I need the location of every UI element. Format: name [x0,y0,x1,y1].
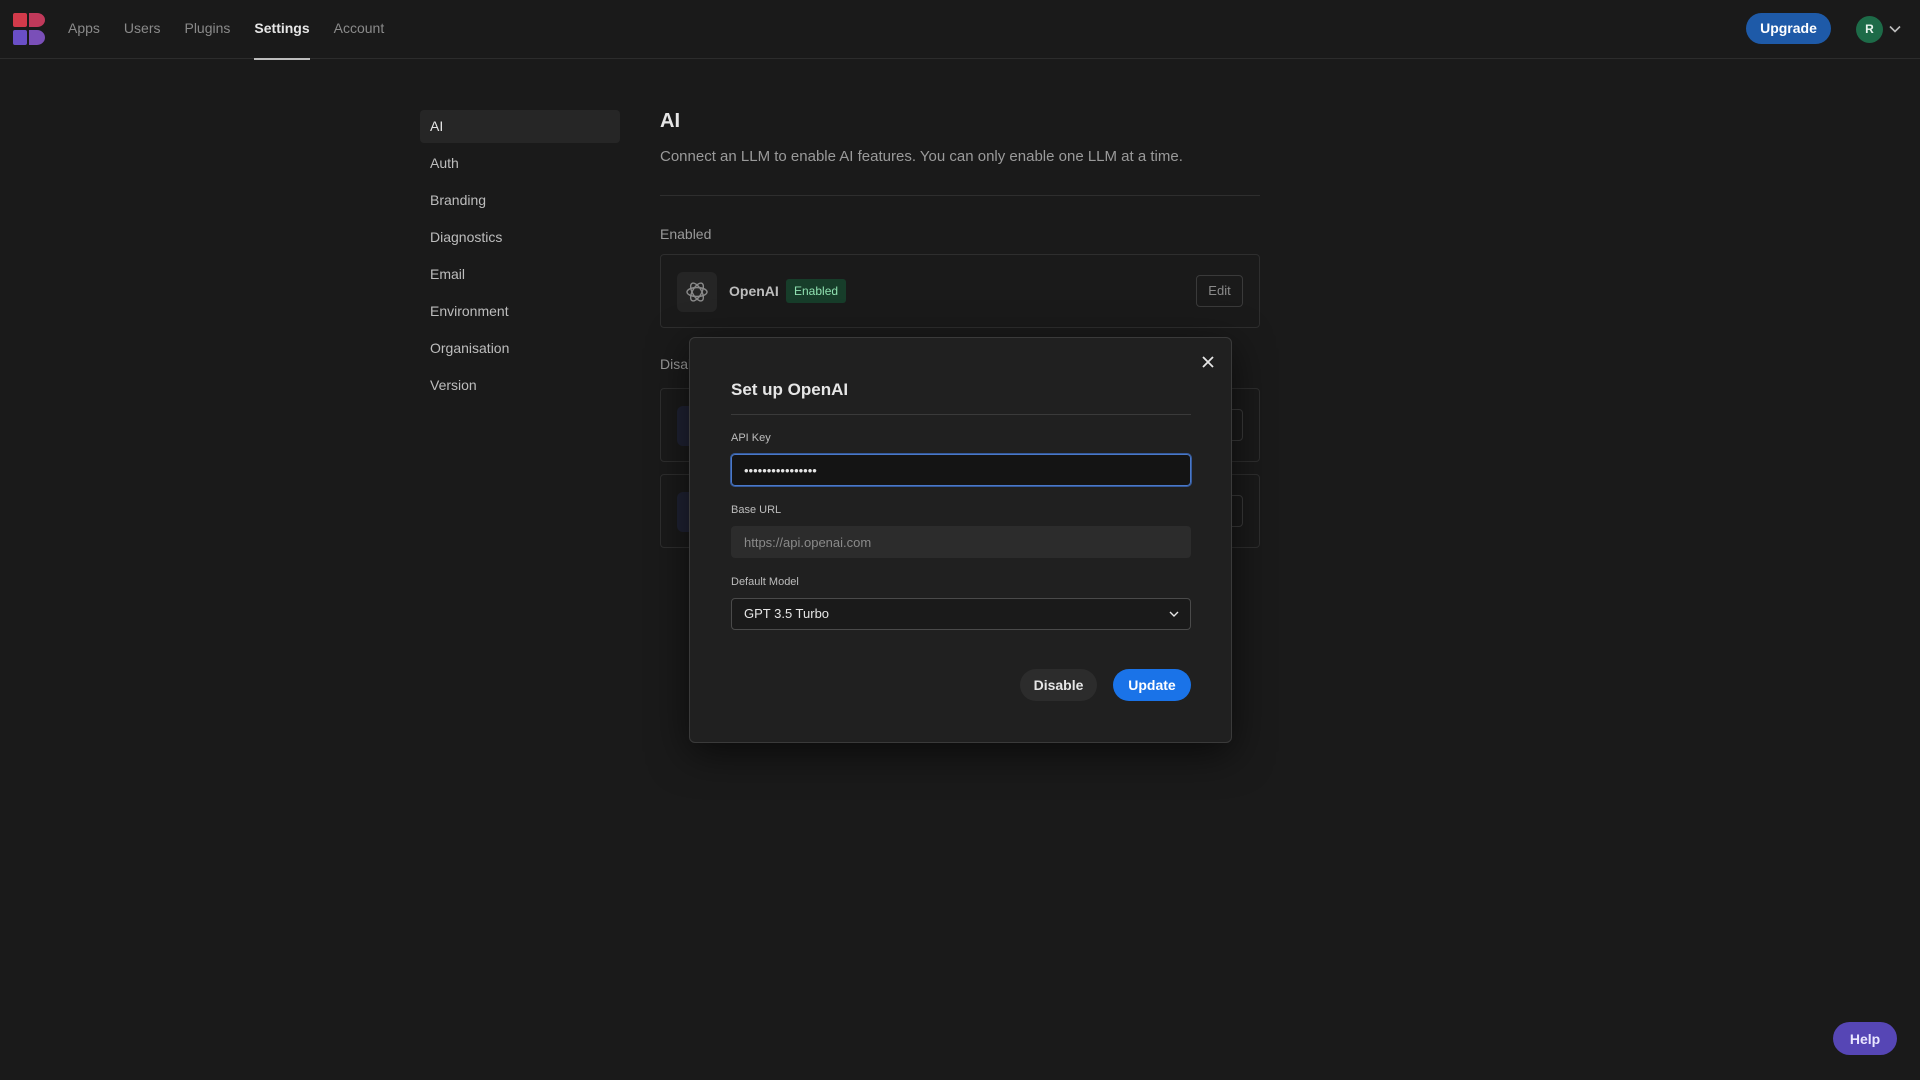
edit-button[interactable]: Edit [1196,275,1243,307]
sidebar-item-auth[interactable]: Auth [420,147,620,180]
api-key-label: API Key [731,432,771,444]
openai-logo-icon [677,272,717,312]
selected-model: GPT 3.5 Turbo [744,606,830,621]
base-url-input[interactable] [731,526,1191,558]
top-navigation: Apps Users Plugins Settings Account Upgr… [0,0,1920,60]
sidebar-item-organisation[interactable]: Organisation [420,332,620,365]
default-model-select[interactable]: GPT 3.5 Turbo [731,598,1191,630]
sidebar-item-branding[interactable]: Branding [420,184,620,217]
user-avatar[interactable]: R [1856,16,1883,43]
nav-users[interactable]: Users [124,0,161,59]
upgrade-button[interactable]: Upgrade [1746,13,1831,44]
chevron-down-icon[interactable] [1888,22,1902,36]
llm-row-openai: OpenAI Enabled Edit [660,254,1260,328]
nav-settings[interactable]: Settings [254,0,310,60]
sidebar-item-environment[interactable]: Environment [420,295,620,328]
status-badge: Enabled [786,279,847,303]
app-logo-icon[interactable] [13,13,45,45]
base-url-label: Base URL [731,504,782,516]
update-button[interactable]: Update [1113,669,1191,701]
page-description: Connect an LLM to enable AI features. Yo… [660,148,1183,165]
nav-plugins[interactable]: Plugins [184,0,230,59]
sidebar-item-ai[interactable]: AI [420,110,620,143]
divider [660,195,1260,196]
sidebar-item-version[interactable]: Version [420,369,620,402]
help-button[interactable]: Help [1833,1022,1897,1055]
close-icon[interactable] [1198,352,1218,372]
chevron-down-icon [1169,611,1179,617]
ai-settings-panel: AI Connect an LLM to enable AI features.… [660,110,1260,548]
api-key-input[interactable] [730,453,1192,487]
nav-apps[interactable]: Apps [68,0,100,59]
llm-name: OpenAI [729,283,779,299]
nav-account[interactable]: Account [334,0,385,59]
settings-sidebar: AI Auth Branding Diagnostics Email Envir… [420,110,620,406]
modal-title: Set up OpenAI [731,380,849,399]
enabled-section-label: Enabled [660,226,712,242]
setup-openai-modal: Set up OpenAI API Key Base URL Default M… [689,337,1232,743]
main-nav: Apps Users Plugins Settings Account [68,0,408,60]
divider [731,414,1191,415]
sidebar-item-email[interactable]: Email [420,258,620,291]
disable-button[interactable]: Disable [1020,669,1097,701]
disabled-section-label: Disal [660,356,692,372]
sidebar-item-diagnostics[interactable]: Diagnostics [420,221,620,254]
page-title: AI [660,110,680,132]
default-model-label: Default Model [731,576,799,588]
